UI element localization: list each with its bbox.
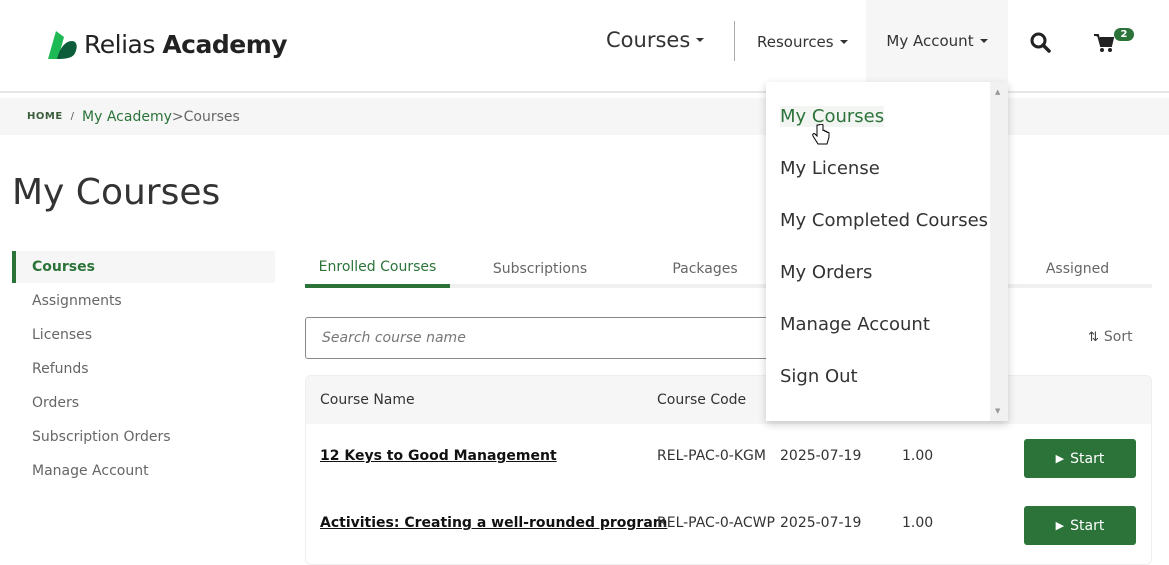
nav-my-account[interactable]: My Account [866,0,1008,82]
caret-down-icon [979,39,988,43]
menu-item-my-license[interactable]: My License [780,158,880,179]
logo-word-2: Academy [162,30,288,59]
nav-courses-label: Courses [606,28,691,52]
dropdown-scrollbar[interactable]: ▲ ▼ [990,82,1008,421]
start-label: Start [1070,517,1105,534]
search-icon[interactable] [1030,32,1051,53]
menu-item-manage-account[interactable]: Manage Account [780,314,930,335]
breadcrumb-current: Courses [183,108,240,125]
menu-item-my-orders[interactable]: My Orders [780,262,872,283]
breadcrumb-home[interactable]: HOME [27,111,63,122]
menu-item-my-completed-courses[interactable]: My Completed Courses [780,210,988,231]
table-header: Course Name Course Code [306,376,1151,424]
nav-my-account-label: My Account [886,32,974,50]
play-icon: ▶ [1055,519,1065,532]
tabs: Enrolled Courses Subscriptions Packages … [305,250,1152,288]
course-code: REL-PAC-0-ACWP [657,515,775,531]
caret-down-icon [839,40,848,44]
logo[interactable]: Relias Academy [48,30,288,59]
course-name-link[interactable]: 12 Keys to Good Management [320,448,557,464]
search-input[interactable]: Search course name [305,317,805,359]
sidebar-item-manage-account[interactable]: Manage Account [12,455,275,487]
start-label: Start [1070,450,1105,467]
nav-courses[interactable]: Courses [606,28,705,52]
nav-resources[interactable]: Resources [757,33,848,51]
start-button[interactable]: ▶ Start [1024,506,1136,545]
table-row: Activities: Creating a well-rounded prog… [306,491,1151,558]
logo-word-1: Relias [84,30,155,59]
courses-table: Course Name Course Code 12 Keys to Good … [305,375,1152,565]
page-title: My Courses [12,172,221,213]
course-hours: 1.00 [902,515,934,531]
hand-cursor-icon [812,124,830,145]
column-course-code: Course Code [657,392,747,408]
sidebar-item-assignments[interactable]: Assignments [12,285,275,317]
caret-down-icon [696,38,705,42]
tab-enrolled-courses[interactable]: Enrolled Courses [305,250,450,288]
header: Relias Academy Courses Resources My Acco… [0,0,1169,93]
relias-logo-icon [48,30,77,59]
breadcrumb-separator: / [70,111,75,122]
nav-divider [734,21,735,61]
course-name-link[interactable]: Activities: Creating a well-rounded prog… [320,515,667,531]
sort-icon: ⇅ [1088,329,1099,345]
course-hours: 1.00 [902,448,934,464]
sidebar-item-licenses[interactable]: Licenses [12,319,275,351]
play-icon: ▶ [1055,452,1065,465]
menu-item-sign-out[interactable]: Sign Out [780,366,858,387]
tab-packages[interactable]: Packages [640,250,770,288]
tab-assigned[interactable]: Assigned [1020,250,1135,288]
course-date: 2025-07-19 [780,448,862,464]
table-row: 12 Keys to Good Management REL-PAC-0-KGM… [306,424,1151,491]
menu-item-my-courses[interactable]: My Courses [780,106,885,127]
column-course-name: Course Name [320,392,415,408]
scroll-down-icon[interactable]: ▼ [995,407,1000,415]
course-code: REL-PAC-0-KGM [657,448,766,464]
sort-button[interactable]: ⇅ Sort [1088,329,1133,345]
breadcrumb-my-academy[interactable]: My Academy [82,109,172,125]
sort-label: Sort [1103,329,1133,345]
scroll-up-icon[interactable]: ▲ [995,88,1000,96]
sidebar-item-courses[interactable]: Courses [12,251,275,283]
my-account-dropdown: My Courses My License My Completed Cours… [766,82,1008,421]
sidebar-item-subscription-orders[interactable]: Subscription Orders [12,421,275,453]
nav-resources-label: Resources [757,33,834,51]
cart-icon[interactable] [1094,33,1114,53]
start-button[interactable]: ▶ Start [1024,439,1136,478]
cart-count-badge: 2 [1114,28,1134,41]
breadcrumb-arrow: > [171,108,184,125]
sidebar-item-orders[interactable]: Orders [12,387,275,419]
tab-subscriptions[interactable]: Subscriptions [470,250,610,288]
course-date: 2025-07-19 [780,515,862,531]
sidebar-item-refunds[interactable]: Refunds [12,353,275,385]
